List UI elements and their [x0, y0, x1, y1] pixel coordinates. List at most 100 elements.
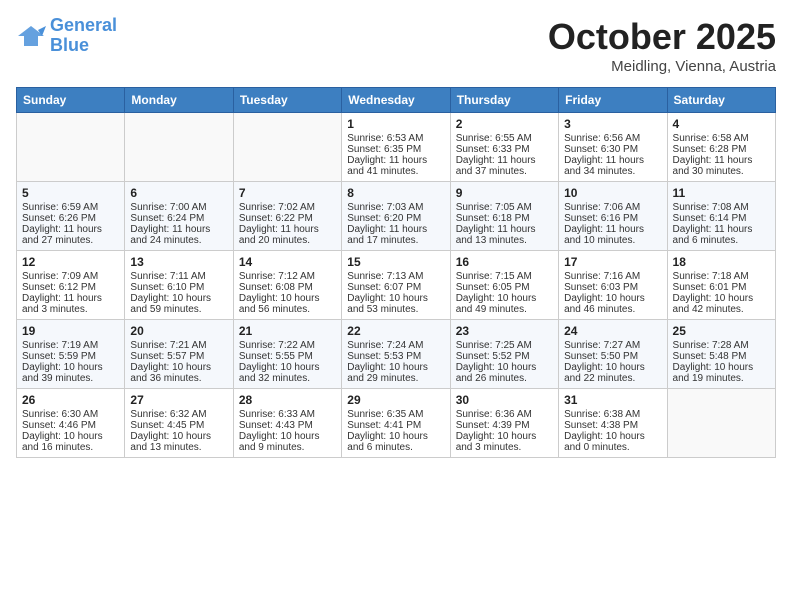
- logo-text: GeneralBlue: [50, 16, 117, 56]
- day-number: 28: [239, 393, 336, 407]
- day-info-line: Sunset: 6:08 PM: [239, 282, 336, 293]
- calendar-cell: 30Sunrise: 6:36 AMSunset: 4:39 PMDayligh…: [450, 389, 558, 458]
- calendar-cell: [125, 113, 233, 182]
- header-day-friday: Friday: [559, 88, 667, 113]
- day-info-line: and 3 minutes.: [22, 304, 119, 315]
- day-info-line: Sunset: 6:05 PM: [456, 282, 553, 293]
- calendar-cell: 17Sunrise: 7:16 AMSunset: 6:03 PMDayligh…: [559, 251, 667, 320]
- day-info-line: Sunset: 6:22 PM: [239, 213, 336, 224]
- day-info-line: Daylight: 11 hours: [673, 224, 770, 235]
- day-info-line: Sunset: 4:46 PM: [22, 420, 119, 431]
- calendar-cell: 3Sunrise: 6:56 AMSunset: 6:30 PMDaylight…: [559, 113, 667, 182]
- day-info-line: Sunrise: 7:06 AM: [564, 202, 661, 213]
- day-info-line: Sunset: 6:24 PM: [130, 213, 227, 224]
- day-info-line: Daylight: 10 hours: [347, 293, 444, 304]
- day-info-line: Daylight: 10 hours: [456, 362, 553, 373]
- day-number: 11: [673, 186, 770, 200]
- day-info-line: Sunrise: 6:55 AM: [456, 133, 553, 144]
- day-info-line: Sunrise: 7:21 AM: [130, 340, 227, 351]
- day-number: 13: [130, 255, 227, 269]
- day-info-line: Sunrise: 6:38 AM: [564, 409, 661, 420]
- day-info-line: Sunrise: 7:03 AM: [347, 202, 444, 213]
- day-info-line: and 24 minutes.: [130, 235, 227, 246]
- calendar-cell: 31Sunrise: 6:38 AMSunset: 4:38 PMDayligh…: [559, 389, 667, 458]
- day-info-line: Sunset: 6:33 PM: [456, 144, 553, 155]
- day-info-line: Sunrise: 7:12 AM: [239, 271, 336, 282]
- day-info-line: Daylight: 10 hours: [130, 431, 227, 442]
- day-info-line: and 10 minutes.: [564, 235, 661, 246]
- day-info-line: Sunrise: 7:19 AM: [22, 340, 119, 351]
- calendar-cell: 25Sunrise: 7:28 AMSunset: 5:48 PMDayligh…: [667, 320, 775, 389]
- day-info-line: and 37 minutes.: [456, 166, 553, 177]
- day-info-line: Sunrise: 7:18 AM: [673, 271, 770, 282]
- day-info-line: Sunset: 4:39 PM: [456, 420, 553, 431]
- day-number: 7: [239, 186, 336, 200]
- day-info-line: and 0 minutes.: [564, 442, 661, 453]
- day-info-line: Sunset: 5:57 PM: [130, 351, 227, 362]
- day-info-line: Sunset: 6:14 PM: [673, 213, 770, 224]
- day-info-line: Daylight: 11 hours: [564, 155, 661, 166]
- calendar-cell: 7Sunrise: 7:02 AMSunset: 6:22 PMDaylight…: [233, 182, 341, 251]
- day-info-line: Sunset: 5:50 PM: [564, 351, 661, 362]
- calendar-cell: 6Sunrise: 7:00 AMSunset: 6:24 PMDaylight…: [125, 182, 233, 251]
- day-number: 26: [22, 393, 119, 407]
- week-row-4: 19Sunrise: 7:19 AMSunset: 5:59 PMDayligh…: [17, 320, 776, 389]
- day-number: 25: [673, 324, 770, 338]
- day-info-line: and 20 minutes.: [239, 235, 336, 246]
- calendar-cell: 15Sunrise: 7:13 AMSunset: 6:07 PMDayligh…: [342, 251, 450, 320]
- day-info-line: and 53 minutes.: [347, 304, 444, 315]
- day-number: 23: [456, 324, 553, 338]
- day-info-line: Sunrise: 7:15 AM: [456, 271, 553, 282]
- day-info-line: and 27 minutes.: [22, 235, 119, 246]
- day-info-line: Sunrise: 7:11 AM: [130, 271, 227, 282]
- day-number: 17: [564, 255, 661, 269]
- day-info-line: Daylight: 10 hours: [22, 362, 119, 373]
- week-row-2: 5Sunrise: 6:59 AMSunset: 6:26 PMDaylight…: [17, 182, 776, 251]
- day-info-line: Daylight: 11 hours: [456, 155, 553, 166]
- day-info-line: Sunset: 6:07 PM: [347, 282, 444, 293]
- logo-bird-icon: [16, 22, 46, 50]
- day-info-line: Daylight: 10 hours: [130, 362, 227, 373]
- day-info-line: Sunset: 6:10 PM: [130, 282, 227, 293]
- day-info-line: and 34 minutes.: [564, 166, 661, 177]
- day-info-line: and 19 minutes.: [673, 373, 770, 384]
- day-info-line: Daylight: 10 hours: [239, 431, 336, 442]
- day-info-line: Sunset: 4:43 PM: [239, 420, 336, 431]
- day-info-line: Daylight: 10 hours: [347, 431, 444, 442]
- day-number: 12: [22, 255, 119, 269]
- day-number: 10: [564, 186, 661, 200]
- day-info-line: Sunset: 5:52 PM: [456, 351, 553, 362]
- day-info-line: Sunrise: 7:13 AM: [347, 271, 444, 282]
- day-info-line: Daylight: 10 hours: [456, 293, 553, 304]
- calendar-cell: 5Sunrise: 6:59 AMSunset: 6:26 PMDaylight…: [17, 182, 125, 251]
- day-info-line: Daylight: 10 hours: [239, 362, 336, 373]
- day-info-line: Daylight: 10 hours: [347, 362, 444, 373]
- day-info-line: Sunrise: 6:30 AM: [22, 409, 119, 420]
- day-number: 31: [564, 393, 661, 407]
- header-day-monday: Monday: [125, 88, 233, 113]
- day-info-line: Sunset: 6:35 PM: [347, 144, 444, 155]
- day-info-line: Sunset: 6:16 PM: [564, 213, 661, 224]
- day-info-line: Daylight: 11 hours: [347, 224, 444, 235]
- day-info-line: and 30 minutes.: [673, 166, 770, 177]
- calendar-cell: 1Sunrise: 6:53 AMSunset: 6:35 PMDaylight…: [342, 113, 450, 182]
- calendar-cell: 8Sunrise: 7:03 AMSunset: 6:20 PMDaylight…: [342, 182, 450, 251]
- calendar-table: SundayMondayTuesdayWednesdayThursdayFrid…: [16, 87, 776, 458]
- month-title: October 2025: [548, 16, 776, 58]
- header-day-wednesday: Wednesday: [342, 88, 450, 113]
- day-number: 22: [347, 324, 444, 338]
- day-info-line: Sunrise: 7:00 AM: [130, 202, 227, 213]
- day-info-line: Daylight: 10 hours: [673, 362, 770, 373]
- day-info-line: Sunrise: 6:36 AM: [456, 409, 553, 420]
- day-info-line: Daylight: 11 hours: [673, 155, 770, 166]
- calendar-cell: 11Sunrise: 7:08 AMSunset: 6:14 PMDayligh…: [667, 182, 775, 251]
- calendar-cell: 27Sunrise: 6:32 AMSunset: 4:45 PMDayligh…: [125, 389, 233, 458]
- day-info-line: Sunset: 6:12 PM: [22, 282, 119, 293]
- day-number: 3: [564, 117, 661, 131]
- day-info-line: and 13 minutes.: [456, 235, 553, 246]
- day-number: 6: [130, 186, 227, 200]
- day-info-line: and 17 minutes.: [347, 235, 444, 246]
- day-number: 20: [130, 324, 227, 338]
- day-info-line: Sunset: 6:30 PM: [564, 144, 661, 155]
- calendar-cell: 21Sunrise: 7:22 AMSunset: 5:55 PMDayligh…: [233, 320, 341, 389]
